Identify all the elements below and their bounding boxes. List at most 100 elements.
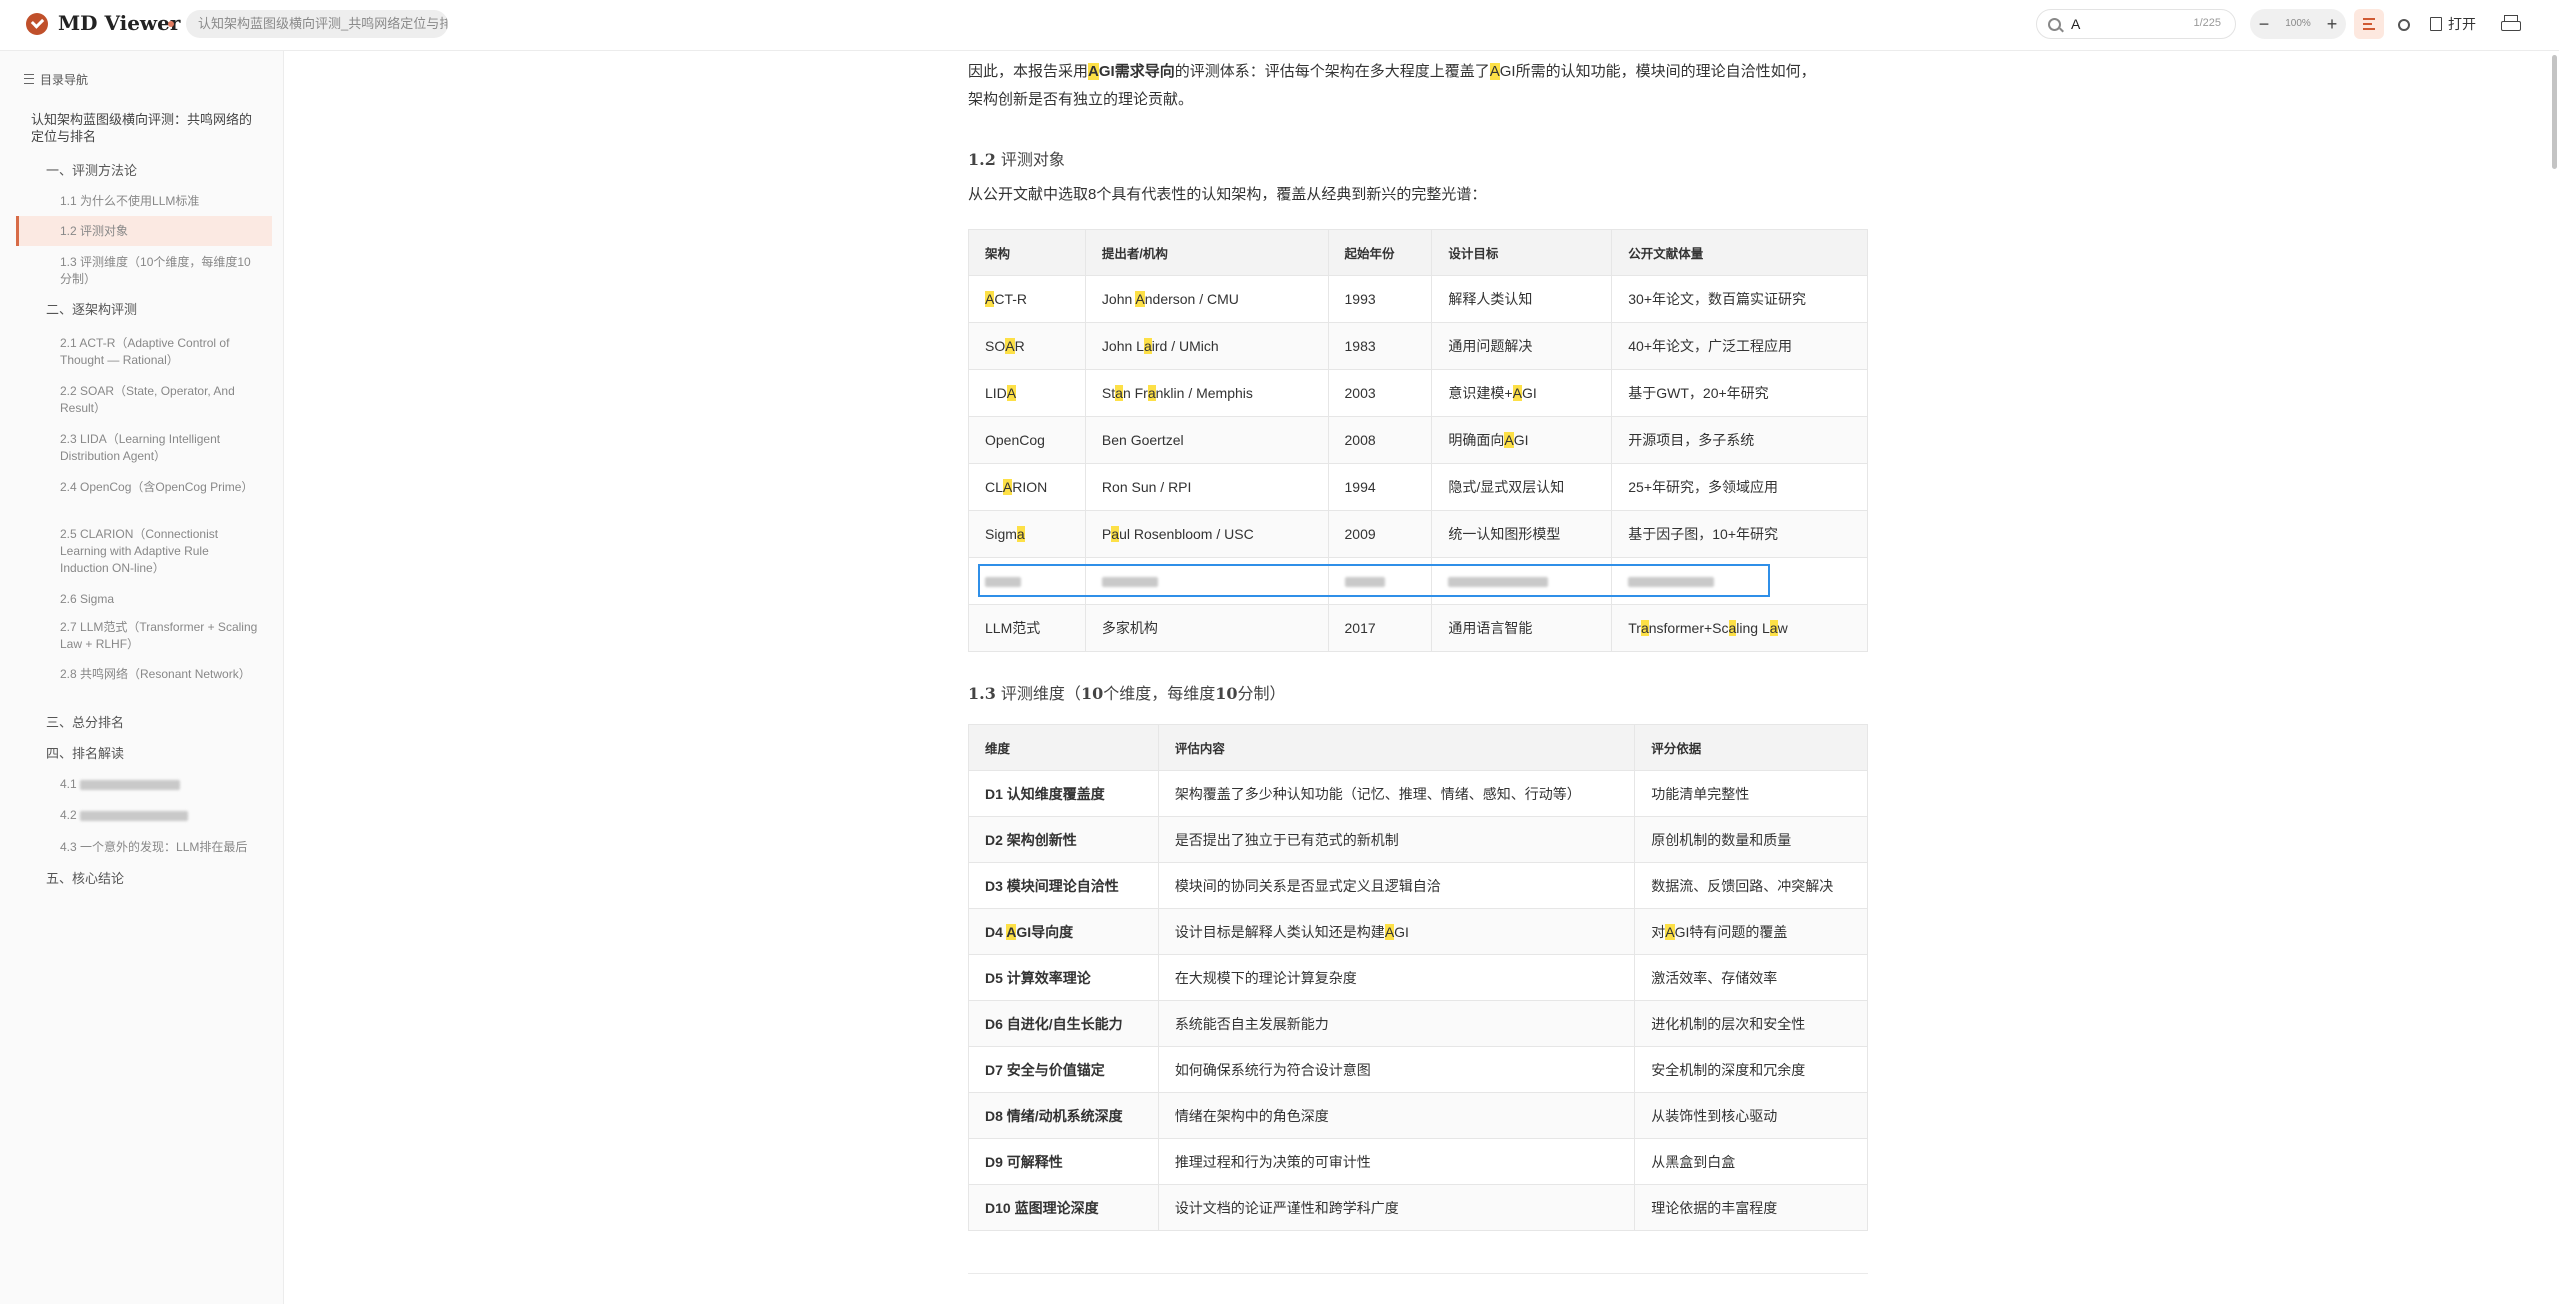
- toc-item-section-4[interactable]: 四、排名解读: [46, 745, 124, 762]
- table-cell: 基于因子图，10+年研究: [1611, 510, 1868, 558]
- toc-item-1-3[interactable]: 1.3 评测维度（10个维度，每维度10分制）: [60, 254, 260, 288]
- toc-item-section-5[interactable]: 五、核心结论: [46, 870, 124, 887]
- dimensions-table: 维度 评估内容 评分依据 D1 认知维度覆盖度 架构覆盖了多少种认知功能（记忆、推…: [968, 724, 1868, 1231]
- file-name-pill[interactable]: 认知架构蓝图级横向评测_共鸣网络定位与排...: [186, 10, 448, 38]
- sun-icon: [2398, 19, 2410, 31]
- table-row: D5 计算效率理论 在大规模下的理论计算复杂度 激活效率、存储效率: [968, 954, 1868, 1001]
- search-box[interactable]: 1/225: [2036, 9, 2236, 39]
- print-button[interactable]: [2500, 13, 2522, 35]
- toc-item-2-8[interactable]: 2.8 共鸣网络（Resonant Network）: [60, 666, 260, 683]
- table-cell: 2017: [1327, 604, 1433, 652]
- table-cell: 25+年研究，多领域应用: [1611, 463, 1868, 511]
- toc-item-2-2[interactable]: 2.2 SOAR（State, Operator, And Result）: [60, 383, 260, 417]
- table-cell: 1993: [1327, 275, 1433, 323]
- table-cell: ACT-R: [968, 275, 1086, 323]
- table-cell: 原创机制的数量和质量: [1634, 816, 1868, 863]
- unsaved-indicator-dot: [168, 21, 174, 27]
- search-input[interactable]: [2069, 15, 2173, 33]
- dimension-name-cell: D9 可解释性: [968, 1138, 1159, 1185]
- table-cell: 2009: [1327, 510, 1433, 558]
- toc-item-2-3[interactable]: 2.3 LIDA（Learning Intelligent Distributi…: [60, 431, 260, 465]
- intro-text: 架构创新是否有独立的理论贡献。: [968, 91, 1194, 108]
- zoom-out-button[interactable]: −: [2250, 9, 2278, 39]
- toc-item-title[interactable]: 认知架构蓝图级横向评测：共鸣网络的定位与排名: [31, 111, 261, 145]
- table-cell: 多家机构: [1084, 604, 1329, 652]
- open-file-button[interactable]: 打开: [2430, 14, 2476, 34]
- toc-item-2-4[interactable]: 2.4 OpenCog（含OpenCog Prime）: [60, 479, 260, 496]
- toc-item-1-2[interactable]: 1.2 评测对象: [60, 223, 128, 240]
- search-highlight: A: [1006, 385, 1017, 401]
- zoom-in-button[interactable]: +: [2318, 9, 2346, 39]
- table-cell: 设计目标是解释人类认知还是构建AGI: [1157, 908, 1636, 955]
- dimension-name-cell: D8 情绪/动机系统深度: [968, 1092, 1159, 1139]
- toc-item-1-1[interactable]: 1.1 为什么不使用LLM标准: [60, 193, 199, 210]
- table-header-cell: 评分依据: [1634, 724, 1868, 771]
- table-header-row: 维度 评估内容 评分依据: [968, 724, 1868, 771]
- heading-number: 1.2: [968, 150, 996, 169]
- toc-item-section-2[interactable]: 二、逐架构评测: [46, 301, 137, 318]
- search-highlight: A: [1088, 63, 1099, 80]
- toc-item-2-1[interactable]: 2.1 ACT-R（Adaptive Control of Thought — …: [60, 335, 260, 369]
- search-highlight: A: [985, 291, 995, 307]
- search-icon: [2048, 18, 2061, 31]
- toc-item-4-1[interactable]: 4.1: [60, 776, 181, 793]
- app-logo-icon: [26, 13, 48, 35]
- table-row: D10 蓝图理论深度 设计文档的论证严谨性和跨学科广度 理论依据的丰富程度: [968, 1184, 1868, 1231]
- table-cell: CLARION: [968, 463, 1086, 511]
- heading-number: 1.3: [968, 684, 996, 703]
- table-cell: 进化机制的层次和安全性: [1634, 1000, 1868, 1047]
- toc-item-section-1[interactable]: 一、评测方法论: [46, 162, 137, 179]
- toc-sidebar: 目录导航 认知架构蓝图级横向评测：共鸣网络的定位与排名 一、评测方法论 1.1 …: [0, 51, 284, 1304]
- table-cell: 通用语言智能: [1431, 604, 1613, 652]
- redacted-text: [80, 779, 181, 790]
- table-cell: 统一认知图形模型: [1431, 510, 1613, 558]
- intro-text: 的评测体系：评估每个架构在多大程度上覆盖了: [1174, 63, 1490, 80]
- toc-item-2-5[interactable]: 2.5 CLARION（Connectionist Learning with …: [60, 526, 260, 577]
- table-cell: 情绪在架构中的角色深度: [1157, 1092, 1636, 1139]
- toc-toggle-button[interactable]: [2354, 9, 2384, 39]
- table-cell: 架构覆盖了多少种认知功能（记忆、推理、情绪、感知、行动等）: [1157, 770, 1636, 817]
- table-header-cell: 维度: [968, 724, 1159, 771]
- toc-item-section-3[interactable]: 三、总分排名: [46, 714, 124, 731]
- search-highlight: a: [1111, 526, 1120, 542]
- search-highlight: A: [1504, 432, 1514, 448]
- toc-item-2-7[interactable]: 2.7 LLM范式（Transformer + Scaling Law + RL…: [60, 619, 260, 653]
- toc-item-4-3[interactable]: 4.3 一个意外的发现：LLM排在最后: [60, 839, 247, 856]
- table-header-row: 架构 提出者/机构 起始年份 设计目标 公开文献体量: [968, 229, 1868, 276]
- heading-text: 分制）: [1237, 684, 1286, 703]
- dimension-name-cell: D4 AGI导向度: [968, 908, 1159, 955]
- table-cell: Sigma: [968, 510, 1086, 558]
- toc-header: 目录导航: [24, 71, 88, 88]
- theme-toggle-button[interactable]: [2388, 9, 2418, 39]
- toc-item-2-6[interactable]: 2.6 Sigma: [60, 591, 114, 608]
- zoom-control: − 100% +: [2250, 9, 2346, 39]
- search-highlight: A: [1512, 385, 1522, 401]
- zoom-level: 100%: [2285, 18, 2311, 29]
- selection-box: [978, 564, 1770, 597]
- scrollbar-thumb[interactable]: [2552, 55, 2557, 169]
- table-cell: 解释人类认知: [1431, 275, 1613, 323]
- search-highlight: A: [1005, 338, 1015, 354]
- table-row: LLM范式 多家机构 2017 通用语言智能 Transformer+Scaling L…: [968, 604, 1868, 652]
- intro-text: 因此，本报告采用: [968, 63, 1089, 80]
- table-row: CLARION Ron Sun / RPI 1994 隐式/显式双层认知 25+年研究，…: [968, 463, 1868, 511]
- search-highlight: a: [1728, 620, 1737, 636]
- table-header-cell: 架构: [968, 229, 1086, 276]
- table-cell: 2008: [1327, 416, 1433, 464]
- search-highlight: A: [1384, 923, 1395, 940]
- table-cell: 数据流、反馈回路、冲突解决: [1634, 862, 1868, 909]
- content-scrollbar[interactable]: [2549, 51, 2559, 1304]
- file-icon: [2430, 17, 2442, 31]
- search-highlight: A: [1006, 923, 1017, 940]
- table-row: LIDA Stan Franklin / Memphis 2003 意识建模+AGI 基…: [968, 369, 1868, 417]
- table-cell: Paul Rosenbloom / USC: [1084, 510, 1329, 558]
- heading-number: 10: [1215, 684, 1238, 703]
- heading-text: 评测对象: [995, 150, 1065, 169]
- table-cell: 40+年论文，广泛工程应用: [1611, 322, 1868, 370]
- toc-item-4-2[interactable]: 4.2: [60, 807, 189, 824]
- search-result-count: 1/225: [2193, 17, 2221, 29]
- list-icon: [24, 74, 34, 84]
- table-cell: 系统能否自主发展新能力: [1157, 1000, 1636, 1047]
- table-cell: LLM范式: [968, 604, 1086, 652]
- table-row: D8 情绪/动机系统深度 情绪在架构中的角色深度 从装饰性到核心驱动: [968, 1092, 1868, 1139]
